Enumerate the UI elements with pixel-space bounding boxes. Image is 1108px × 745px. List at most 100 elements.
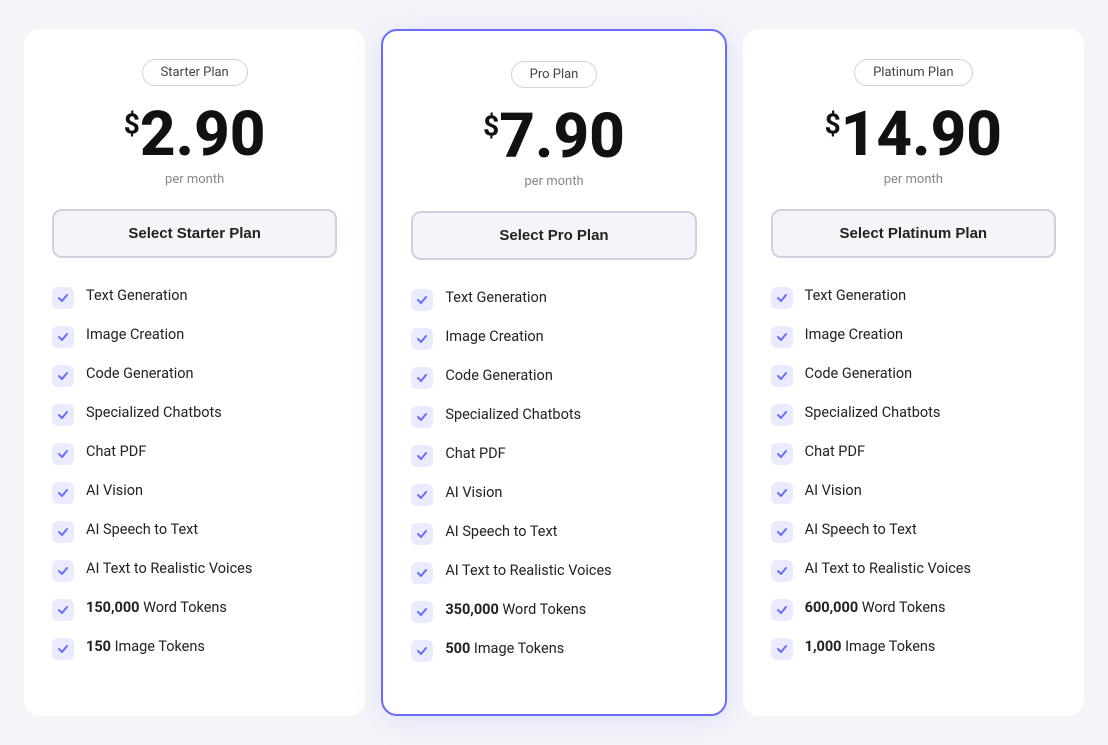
pricing-container: Starter Plan $2.90 per month Select Starter… — [24, 29, 1084, 716]
select-plan-button-pro[interactable]: Select Pro Plan — [411, 211, 696, 260]
feature-text: Specialized Chatbots — [805, 403, 941, 423]
list-item: Specialized Chatbots — [411, 405, 696, 428]
check-icon — [771, 443, 793, 465]
plan-name-platinum: Platinum Plan — [854, 59, 972, 86]
check-icon — [771, 326, 793, 348]
list-item: Specialized Chatbots — [52, 403, 337, 426]
list-item: AI Vision — [771, 481, 1056, 504]
features-list-platinum: Text Generation Image Creation Code Gene… — [771, 286, 1056, 660]
feature-text: 600,000 Word Tokens — [805, 598, 946, 618]
feature-text: Image Creation — [805, 325, 903, 345]
feature-text: AI Speech to Text — [805, 520, 917, 540]
list-item: 1,000 Image Tokens — [771, 637, 1056, 660]
check-icon — [52, 599, 74, 621]
check-icon — [411, 328, 433, 350]
list-item: Code Generation — [411, 366, 696, 389]
list-item: 500 Image Tokens — [411, 639, 696, 662]
plan-period-platinum: per month — [771, 172, 1056, 187]
feature-text: Specialized Chatbots — [445, 405, 581, 425]
check-icon — [411, 289, 433, 311]
feature-text: Chat PDF — [86, 442, 146, 462]
list-item: AI Vision — [52, 481, 337, 504]
check-icon — [52, 326, 74, 348]
list-item: Chat PDF — [771, 442, 1056, 465]
plan-price-pro: $7.90 — [411, 106, 696, 168]
check-icon — [771, 287, 793, 309]
check-icon — [52, 521, 74, 543]
check-icon — [52, 443, 74, 465]
list-item: Text Generation — [771, 286, 1056, 309]
list-item: AI Text to Realistic Voices — [52, 559, 337, 582]
feature-text: Chat PDF — [805, 442, 865, 462]
list-item: Text Generation — [52, 286, 337, 309]
check-icon — [411, 601, 433, 623]
check-icon — [52, 287, 74, 309]
plan-price-platinum: $14.90 — [771, 104, 1056, 166]
feature-text: Image Creation — [86, 325, 184, 345]
list-item: AI Speech to Text — [771, 520, 1056, 543]
plan-card-pro: Pro Plan $7.90 per month Select Pro Plan Te… — [381, 29, 726, 716]
check-icon — [52, 482, 74, 504]
check-icon — [771, 404, 793, 426]
feature-text: AI Text to Realistic Voices — [445, 561, 611, 581]
plan-name-pro: Pro Plan — [511, 61, 598, 88]
list-item: 350,000 Word Tokens — [411, 600, 696, 623]
list-item: Code Generation — [771, 364, 1056, 387]
plan-period-pro: per month — [411, 174, 696, 189]
select-plan-button-platinum[interactable]: Select Platinum Plan — [771, 209, 1056, 258]
plan-price-container-platinum: $14.90 — [771, 104, 1056, 166]
list-item: AI Text to Realistic Voices — [771, 559, 1056, 582]
check-icon — [411, 640, 433, 662]
check-icon — [411, 367, 433, 389]
list-item: Image Creation — [52, 325, 337, 348]
feature-text: Text Generation — [86, 286, 188, 306]
check-icon — [771, 560, 793, 582]
feature-text: 150,000 Word Tokens — [86, 598, 227, 618]
check-icon — [771, 638, 793, 660]
feature-text: 150 Image Tokens — [86, 637, 205, 657]
feature-text: Code Generation — [445, 366, 553, 386]
features-list-pro: Text Generation Image Creation Code Gene… — [411, 288, 696, 662]
list-item: Chat PDF — [411, 444, 696, 467]
check-icon — [771, 482, 793, 504]
plan-card-platinum: Platinum Plan $14.90 per month Select Plati… — [743, 29, 1084, 716]
list-item: 150 Image Tokens — [52, 637, 337, 660]
list-item: AI Vision — [411, 483, 696, 506]
feature-text: 350,000 Word Tokens — [445, 600, 586, 620]
feature-text: 1,000 Image Tokens — [805, 637, 936, 657]
feature-text: AI Speech to Text — [86, 520, 198, 540]
feature-text: Image Creation — [445, 327, 543, 347]
check-icon — [411, 406, 433, 428]
check-icon — [771, 521, 793, 543]
feature-text: Chat PDF — [445, 444, 505, 464]
list-item: Image Creation — [771, 325, 1056, 348]
feature-text: AI Speech to Text — [445, 522, 557, 542]
list-item: 600,000 Word Tokens — [771, 598, 1056, 621]
feature-text: Specialized Chatbots — [86, 403, 222, 423]
select-plan-button-starter[interactable]: Select Starter Plan — [52, 209, 337, 258]
check-icon — [411, 445, 433, 467]
plan-price-container-pro: $7.90 — [411, 106, 696, 168]
plan-name-starter: Starter Plan — [142, 59, 248, 86]
list-item: 150,000 Word Tokens — [52, 598, 337, 621]
list-item: Code Generation — [52, 364, 337, 387]
check-icon — [52, 404, 74, 426]
feature-text: AI Text to Realistic Voices — [805, 559, 971, 579]
check-icon — [771, 365, 793, 387]
feature-text: AI Vision — [805, 481, 862, 501]
list-item: AI Speech to Text — [411, 522, 696, 545]
feature-text: Code Generation — [86, 364, 194, 384]
feature-text: Text Generation — [805, 286, 907, 306]
list-item: Image Creation — [411, 327, 696, 350]
plan-period-starter: per month — [52, 172, 337, 187]
list-item: Chat PDF — [52, 442, 337, 465]
list-item: AI Speech to Text — [52, 520, 337, 543]
check-icon — [411, 484, 433, 506]
feature-text: Code Generation — [805, 364, 913, 384]
feature-text: 500 Image Tokens — [445, 639, 564, 659]
plan-card-starter: Starter Plan $2.90 per month Select Starter… — [24, 29, 365, 716]
list-item: Text Generation — [411, 288, 696, 311]
feature-text: Text Generation — [445, 288, 547, 308]
list-item: AI Text to Realistic Voices — [411, 561, 696, 584]
plan-price-container-starter: $2.90 — [52, 104, 337, 166]
